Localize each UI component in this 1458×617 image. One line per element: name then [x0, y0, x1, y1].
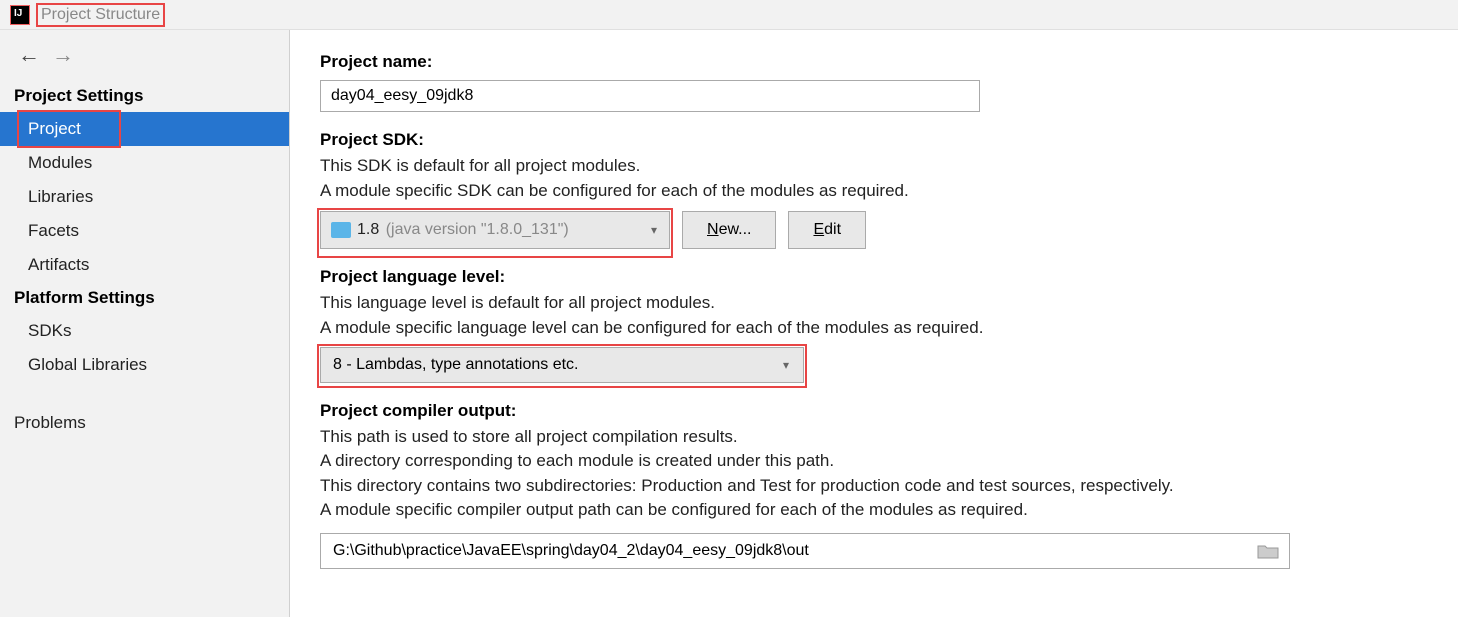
forward-arrow-icon[interactable]: →: [52, 42, 74, 68]
chevron-down-icon: ▾: [651, 223, 657, 237]
language-level-label: Project language level:: [320, 267, 1428, 287]
sdk-version-text: 1.8: [357, 221, 379, 239]
project-name-label: Project name:: [320, 52, 1428, 72]
sidebar-item-artifacts[interactable]: Artifacts: [0, 248, 289, 282]
compiler-output-input[interactable]: [321, 534, 1257, 568]
section-platform-settings: Platform Settings: [0, 282, 289, 314]
sidebar-item-facets[interactable]: Facets: [0, 214, 289, 248]
language-level-value: 8 - Lambdas, type annotations etc.: [333, 356, 578, 374]
new-sdk-button[interactable]: New...: [682, 211, 776, 249]
lang-desc-line2: A module specific language level can be …: [320, 316, 1428, 341]
browse-folder-icon[interactable]: [1257, 543, 1279, 559]
edit-sdk-button[interactable]: Edit: [788, 211, 866, 249]
sidebar-item-global-libraries[interactable]: Global Libraries: [0, 348, 289, 382]
sidebar: ← → Project Settings Project Modules Lib…: [0, 30, 290, 617]
content-pane: Project name: Project SDK: This SDK is d…: [290, 30, 1458, 617]
sidebar-item-modules[interactable]: Modules: [0, 146, 289, 180]
sdk-folder-icon: [331, 222, 351, 238]
project-name-input[interactable]: [320, 80, 980, 112]
sidebar-item-problems[interactable]: Problems: [0, 406, 289, 440]
output-desc-line2: A directory corresponding to each module…: [320, 449, 1428, 474]
sidebar-item-libraries[interactable]: Libraries: [0, 180, 289, 214]
sidebar-item-project[interactable]: Project: [0, 112, 289, 146]
project-sdk-label: Project SDK:: [320, 130, 1428, 150]
sdk-detail-text: (java version "1.8.0_131"): [386, 221, 569, 239]
output-desc-line1: This path is used to store all project c…: [320, 425, 1428, 450]
back-arrow-icon[interactable]: ←: [18, 42, 40, 68]
title-bar: Project Structure: [0, 0, 1458, 30]
section-project-settings: Project Settings: [0, 80, 289, 112]
intellij-icon: [10, 5, 30, 25]
window-title: Project Structure: [36, 3, 165, 27]
output-desc-line4: A module specific compiler output path c…: [320, 498, 1428, 523]
sdk-desc-line2: A module specific SDK can be configured …: [320, 179, 1428, 204]
sdk-desc-line1: This SDK is default for all project modu…: [320, 154, 1428, 179]
language-level-select[interactable]: 8 - Lambdas, type annotations etc. ▾: [320, 347, 804, 383]
project-sdk-select[interactable]: 1.8 (java version "1.8.0_131") ▾: [320, 211, 670, 249]
lang-desc-line1: This language level is default for all p…: [320, 291, 1428, 316]
compiler-output-label: Project compiler output:: [320, 401, 1428, 421]
sidebar-item-sdks[interactable]: SDKs: [0, 314, 289, 348]
output-desc-line3: This directory contains two subdirectori…: [320, 474, 1428, 499]
chevron-down-icon: ▾: [783, 358, 789, 372]
